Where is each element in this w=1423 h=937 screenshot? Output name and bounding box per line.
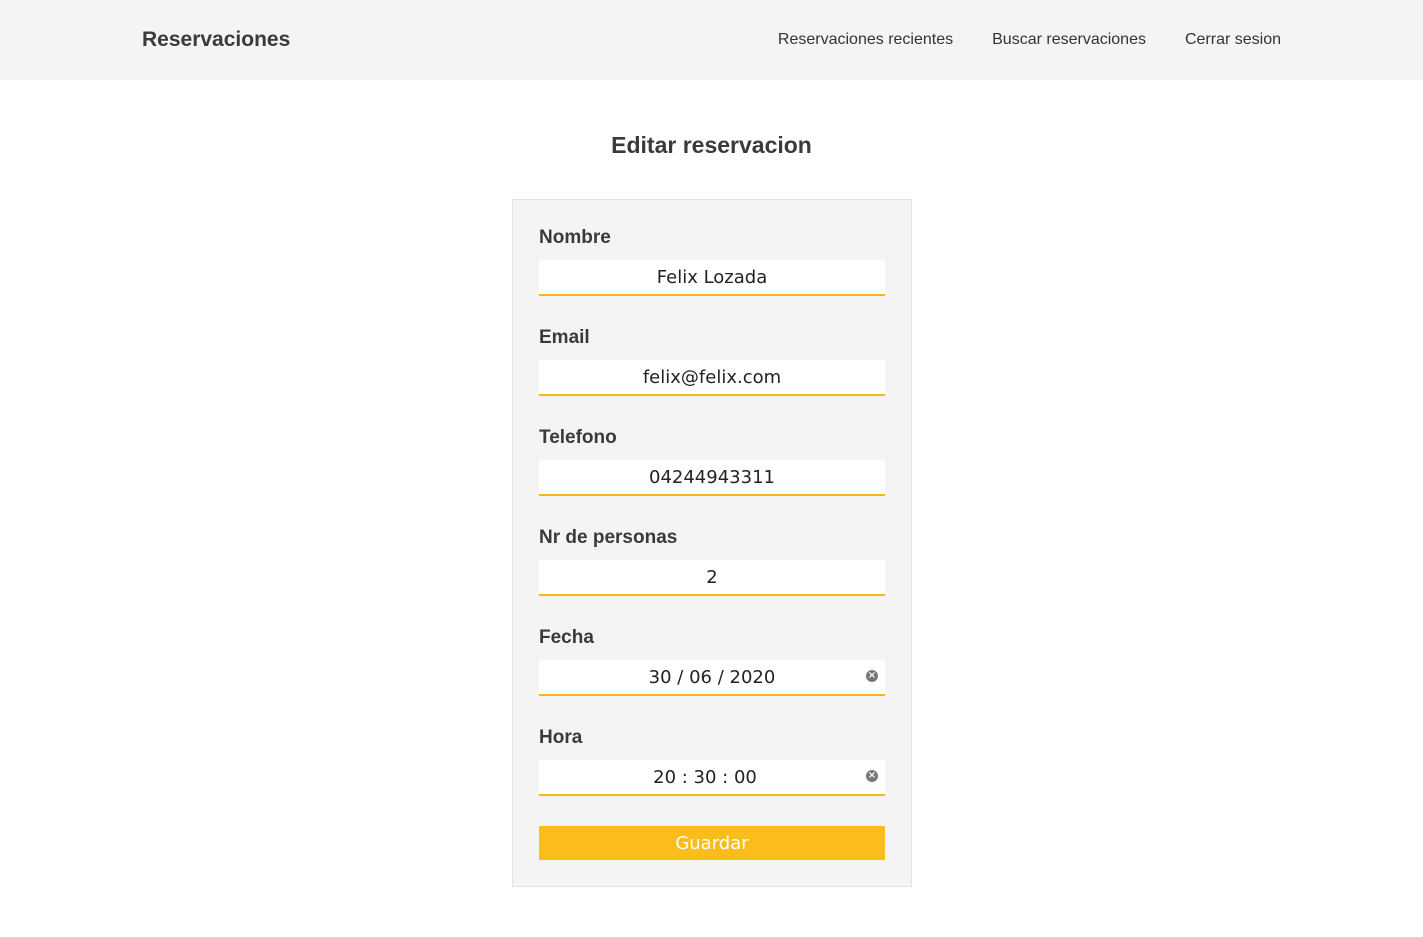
name-label: Nombre xyxy=(539,227,611,248)
phone-input[interactable] xyxy=(539,460,885,494)
email-label: Email xyxy=(539,327,590,348)
name-field-group: Nombre xyxy=(539,226,885,326)
date-field-group: Fecha × xyxy=(539,626,885,726)
top-navbar: Reservaciones Reservaciones recientes Bu… xyxy=(0,0,1423,80)
time-field-group: Hora × xyxy=(539,726,885,826)
phone-field-group: Telefono xyxy=(539,426,885,526)
clear-icon[interactable]: × xyxy=(866,670,878,682)
people-count-input[interactable] xyxy=(539,560,885,594)
date-input-wrap: × xyxy=(539,660,885,696)
nav-link-recent-reservations[interactable]: Reservaciones recientes xyxy=(778,29,953,51)
email-input-wrap xyxy=(539,360,885,396)
time-label: Hora xyxy=(539,727,583,748)
clear-icon[interactable]: × xyxy=(866,770,878,782)
nav-link-search-reservations[interactable]: Buscar reservaciones xyxy=(992,29,1146,51)
save-button[interactable]: Guardar xyxy=(539,826,885,860)
phone-label: Telefono xyxy=(539,427,617,448)
date-input[interactable] xyxy=(539,660,885,694)
date-label: Fecha xyxy=(539,627,594,648)
time-input-wrap: × xyxy=(539,760,885,796)
people-count-input-wrap xyxy=(539,560,885,596)
name-input-wrap xyxy=(539,260,885,296)
nav-links: Reservaciones recientes Buscar reservaci… xyxy=(778,29,1281,51)
phone-input-wrap xyxy=(539,460,885,496)
email-input[interactable] xyxy=(539,360,885,394)
brand-title[interactable]: Reservaciones xyxy=(142,27,290,53)
people-count-label: Nr de personas xyxy=(539,527,678,548)
edit-reservation-form: Nombre Email Telefono Nr de personas Fec… xyxy=(512,199,912,887)
email-field-group: Email xyxy=(539,326,885,426)
time-input[interactable] xyxy=(539,760,885,794)
page-title: Editar reservacion xyxy=(611,132,812,158)
name-input[interactable] xyxy=(539,260,885,294)
nav-link-logout[interactable]: Cerrar sesion xyxy=(1185,29,1281,51)
people-count-field-group: Nr de personas xyxy=(539,526,885,626)
